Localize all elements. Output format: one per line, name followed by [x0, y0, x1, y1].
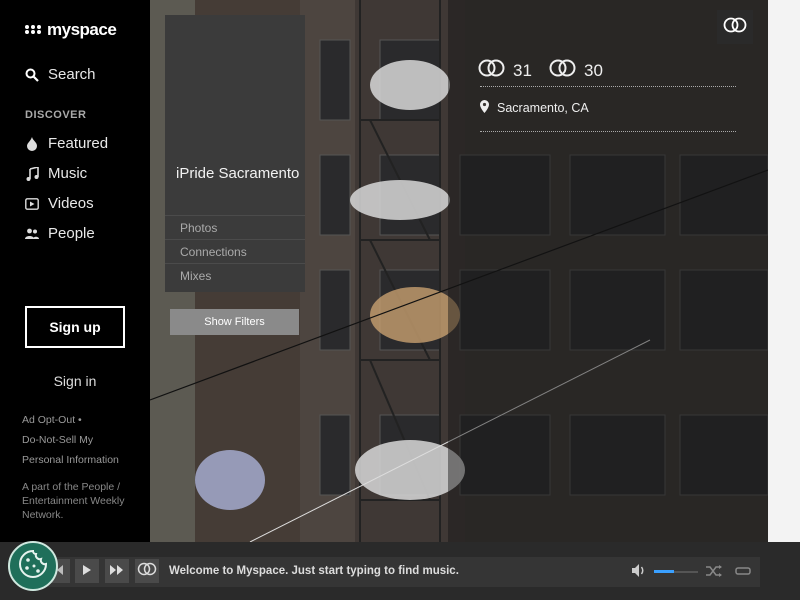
- connect-song-button[interactable]: [135, 559, 159, 583]
- connections-in-stat[interactable]: 31: [478, 58, 532, 83]
- music-note-icon: [25, 166, 39, 181]
- volume-button[interactable]: [632, 563, 647, 583]
- flame-icon: [25, 136, 39, 151]
- nav-featured[interactable]: Featured: [25, 135, 108, 152]
- connections-out-count: 30: [584, 60, 603, 80]
- nav-music[interactable]: Music: [25, 165, 87, 182]
- nav-people[interactable]: People: [25, 225, 95, 242]
- connect-button[interactable]: [717, 10, 753, 44]
- people-icon: [25, 227, 39, 241]
- nav-search[interactable]: Search: [25, 66, 96, 83]
- repeat-button[interactable]: [735, 564, 751, 583]
- discover-heading: DISCOVER: [25, 109, 87, 121]
- nav-featured-label: Featured: [48, 135, 109, 152]
- logo-dots-icon: [25, 25, 43, 35]
- volume-level: [654, 570, 674, 573]
- connection-in-icon: [478, 58, 506, 83]
- connections-in-count: 31: [513, 60, 532, 80]
- video-icon: [25, 197, 39, 211]
- shuffle-icon: [706, 565, 722, 582]
- search-icon: [25, 68, 39, 82]
- logo-text: myspace: [47, 20, 117, 39]
- show-filters-button[interactable]: Show Filters: [170, 309, 299, 335]
- tab-mixes[interactable]: Mixes: [165, 263, 305, 287]
- tab-connections[interactable]: Connections: [165, 239, 305, 263]
- page: myspace Search DISCOVER Featured Music V…: [0, 0, 800, 600]
- divider: [480, 131, 736, 132]
- play-button[interactable]: [75, 559, 99, 583]
- divider: [480, 86, 736, 87]
- play-icon: [82, 562, 92, 580]
- nav-music-label: Music: [48, 165, 88, 182]
- personal-info-link[interactable]: Personal Information: [22, 450, 137, 470]
- signup-button[interactable]: Sign up: [25, 306, 125, 348]
- sidebar: myspace Search DISCOVER Featured Music V…: [0, 0, 150, 542]
- nav-search-label: Search: [48, 66, 96, 83]
- nav-videos[interactable]: Videos: [25, 195, 94, 212]
- repeat-icon: [735, 565, 751, 582]
- footer-links: Ad Opt-Out • Do-Not-Sell My Personal Inf…: [22, 410, 137, 470]
- cookie-settings-button[interactable]: [8, 541, 58, 591]
- nav-videos-label: Videos: [48, 195, 94, 212]
- shuffle-button[interactable]: [706, 564, 722, 583]
- location-pin-icon: [480, 100, 489, 116]
- myspace-logo[interactable]: myspace: [25, 20, 117, 40]
- connections-out-stat[interactable]: 30: [549, 58, 603, 83]
- network-note: A part of the People / Entertainment Wee…: [22, 481, 125, 521]
- next-button[interactable]: [105, 559, 129, 583]
- cookie-icon: [18, 549, 48, 584]
- profile-card: iPride Sacramento Photos Connections Mix…: [165, 15, 305, 292]
- do-not-sell-link[interactable]: Do-Not-Sell My: [22, 430, 137, 450]
- nav-people-label: People: [48, 225, 95, 242]
- tab-photos[interactable]: Photos: [165, 215, 305, 239]
- right-edge: [768, 0, 800, 542]
- signin-button[interactable]: Sign in: [25, 362, 125, 400]
- profile-name: iPride Sacramento: [176, 165, 300, 182]
- connect-icon: [723, 17, 747, 38]
- speaker-icon: [632, 564, 647, 582]
- location-text: Sacramento, CA: [497, 101, 589, 115]
- connection-out-icon: [549, 58, 577, 83]
- connect-song-icon: [137, 562, 157, 581]
- location: Sacramento, CA: [480, 100, 589, 116]
- player-welcome-text: Welcome to Myspace. Just start typing to…: [169, 565, 459, 577]
- next-icon: [110, 562, 124, 580]
- ad-opt-out-link[interactable]: Ad Opt-Out •: [22, 410, 137, 430]
